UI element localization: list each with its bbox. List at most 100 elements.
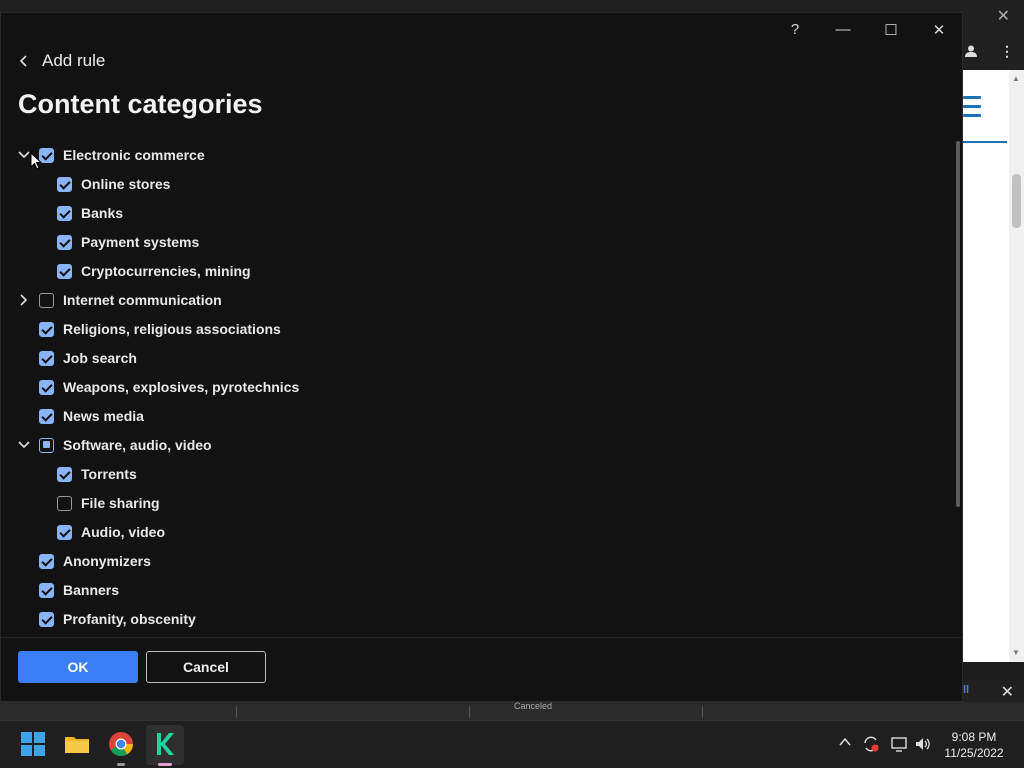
category-checkbox[interactable] bbox=[39, 321, 54, 337]
status-text: Canceled bbox=[514, 701, 553, 711]
background-scrollbar[interactable]: ▲ ▼ bbox=[1009, 70, 1024, 662]
footer-divider bbox=[1, 637, 962, 638]
category-row[interactable]: Audio, video bbox=[57, 520, 165, 544]
background-page bbox=[963, 70, 1009, 662]
category-row[interactable]: Profanity, obscenity bbox=[39, 607, 196, 631]
chevron-up-icon[interactable] bbox=[838, 735, 856, 753]
category-checkbox[interactable] bbox=[39, 292, 54, 308]
category-row[interactable]: Electronic commerce bbox=[18, 143, 205, 167]
minimize-button[interactable]: — bbox=[828, 21, 858, 38]
dialog-scrollbar[interactable] bbox=[954, 141, 962, 635]
category-label: Job search bbox=[63, 350, 137, 366]
chevron-left-icon bbox=[19, 55, 27, 67]
category-row[interactable]: Internet communication bbox=[20, 288, 222, 312]
file-explorer-icon[interactable] bbox=[64, 731, 90, 757]
dialog-scroll-thumb[interactable] bbox=[956, 141, 960, 507]
cancel-button[interactable]: Cancel bbox=[146, 651, 266, 683]
kaspersky-running-indicator bbox=[158, 763, 172, 766]
category-label: Torrents bbox=[81, 466, 137, 482]
kaspersky-icon[interactable] bbox=[152, 731, 178, 757]
category-row[interactable]: Job search bbox=[39, 346, 137, 370]
category-row[interactable]: Cryptocurrencies, mining bbox=[57, 259, 251, 283]
category-label: Cryptocurrencies, mining bbox=[81, 263, 251, 279]
chrome-icon[interactable] bbox=[108, 731, 134, 757]
background-scroll-thumb[interactable] bbox=[1012, 174, 1021, 228]
category-checkbox[interactable] bbox=[57, 263, 72, 279]
category-label: Banners bbox=[63, 582, 120, 598]
category-label: Profanity, obscenity bbox=[63, 611, 196, 627]
category-checkbox[interactable] bbox=[39, 582, 54, 598]
scroll-down-icon[interactable]: ▼ bbox=[1012, 648, 1020, 657]
background-notification-close-icon[interactable]: ✕ bbox=[1001, 682, 1014, 702]
taskbar: 9:08 PM 11/25/2022 bbox=[0, 720, 1024, 768]
chevron-down-icon[interactable] bbox=[17, 148, 31, 162]
category-label: Religions, religious associations bbox=[63, 321, 281, 337]
category-label: Audio, video bbox=[81, 524, 165, 540]
back-button[interactable]: Add rule bbox=[18, 51, 105, 71]
background-pause-icon: ll bbox=[963, 684, 970, 696]
category-row[interactable]: File sharing bbox=[57, 491, 160, 515]
category-checkbox[interactable] bbox=[57, 466, 72, 482]
category-row[interactable]: Religions, religious associations bbox=[39, 317, 281, 341]
category-label: Banks bbox=[81, 205, 124, 221]
category-checkbox[interactable] bbox=[39, 408, 54, 424]
category-row[interactable]: Online stores bbox=[57, 172, 170, 196]
system-clock[interactable]: 9:08 PM 11/25/2022 bbox=[934, 729, 1014, 761]
category-label: Electronic commerce bbox=[63, 147, 205, 163]
sync-icon[interactable] bbox=[862, 735, 880, 753]
category-label: Payment systems bbox=[81, 234, 200, 250]
category-row[interactable]: Weapons, explosives, pyrotechnics bbox=[39, 375, 299, 399]
content-categories-dialog: ? — ☐ ✕ Add rule Content categories Elec… bbox=[0, 12, 963, 702]
category-row[interactable]: Software, audio, video bbox=[18, 433, 212, 457]
clock-time: 9:08 PM bbox=[951, 730, 997, 744]
category-row[interactable]: Banks bbox=[57, 201, 123, 225]
background-close-icon[interactable]: ✕ bbox=[997, 6, 1010, 26]
category-checkbox[interactable] bbox=[39, 350, 54, 366]
category-row[interactable]: Torrents bbox=[57, 462, 137, 486]
category-checkbox[interactable] bbox=[57, 524, 72, 540]
category-label: File sharing bbox=[81, 495, 160, 511]
category-checkbox[interactable] bbox=[57, 234, 72, 250]
background-underline bbox=[963, 141, 1007, 143]
category-row[interactable]: Payment systems bbox=[57, 230, 199, 254]
category-label: Internet communication bbox=[63, 292, 222, 308]
network-icon[interactable] bbox=[890, 735, 908, 753]
chrome-running-indicator bbox=[117, 763, 125, 766]
background-status-bar: Canceled bbox=[0, 701, 1024, 720]
category-list: Electronic commerce Online stores Banks Pay… bbox=[1, 141, 951, 635]
category-checkbox[interactable] bbox=[39, 611, 54, 627]
volume-icon[interactable] bbox=[914, 735, 932, 753]
category-row[interactable]: News media bbox=[39, 404, 144, 428]
status-separator bbox=[469, 706, 470, 718]
category-checkbox[interactable] bbox=[57, 495, 72, 511]
ok-button[interactable]: OK bbox=[18, 651, 138, 683]
category-checkbox[interactable] bbox=[39, 553, 54, 569]
close-button[interactable]: ✕ bbox=[924, 21, 954, 39]
profile-icon[interactable] bbox=[964, 44, 978, 58]
category-label: Anonymizers bbox=[63, 553, 151, 569]
hamburger-menu-icon[interactable] bbox=[963, 96, 981, 120]
screen: ✕ ⋮ ▲ ▼ ll ✕ Canceled ? — ☐ ✕ Add rule C… bbox=[0, 0, 1024, 768]
maximize-button[interactable]: ☐ bbox=[876, 21, 906, 39]
category-label: Software, audio, video bbox=[63, 437, 212, 453]
category-checkbox[interactable] bbox=[39, 379, 54, 395]
clock-date: 11/25/2022 bbox=[944, 746, 1004, 760]
background-notification-bar: ll ✕ bbox=[963, 680, 1024, 702]
category-checkbox[interactable] bbox=[57, 176, 72, 192]
scroll-up-icon[interactable]: ▲ bbox=[1012, 74, 1020, 83]
category-row[interactable]: Banners bbox=[39, 578, 119, 602]
category-label: Weapons, explosives, pyrotechnics bbox=[63, 379, 300, 395]
category-row[interactable]: Anonymizers bbox=[39, 549, 151, 573]
help-icon[interactable]: ? bbox=[780, 21, 810, 38]
windows-start-icon[interactable] bbox=[20, 731, 46, 757]
chevron-right-icon[interactable] bbox=[17, 293, 31, 307]
category-checkbox[interactable] bbox=[57, 205, 72, 221]
category-label: Online stores bbox=[81, 176, 171, 192]
status-separator bbox=[236, 706, 237, 718]
back-label: Add rule bbox=[42, 51, 106, 70]
page-title: Content categories bbox=[18, 89, 263, 119]
chevron-down-icon[interactable] bbox=[17, 438, 31, 452]
category-checkbox[interactable] bbox=[39, 437, 54, 453]
category-label: News media bbox=[63, 408, 144, 424]
browser-menu-icon[interactable]: ⋮ bbox=[1000, 44, 1014, 58]
